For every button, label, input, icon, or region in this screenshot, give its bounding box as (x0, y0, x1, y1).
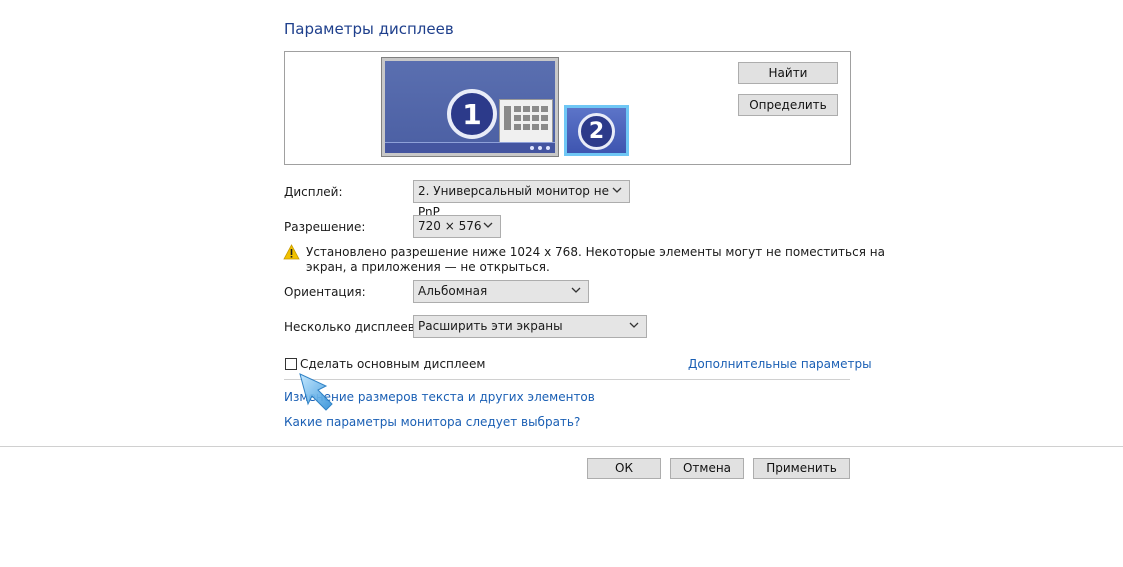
primary-display-checkbox[interactable] (285, 358, 297, 370)
monitor-1[interactable]: 1 (382, 58, 558, 156)
display-label: Дисплей: (284, 185, 343, 199)
warning-line-2: экран, а приложения — не открыться. (306, 260, 550, 274)
chevron-down-icon (483, 222, 493, 228)
ok-button[interactable]: ОК (587, 458, 661, 479)
display-select-value: 2. Универсальный монитор не PnP (418, 184, 609, 219)
chevron-down-icon (629, 322, 639, 328)
cancel-button[interactable]: Отмена (670, 458, 744, 479)
monitor-2-number: 2 (578, 113, 615, 150)
page-title: Параметры дисплеев (284, 20, 454, 38)
find-button[interactable]: Найти (738, 62, 838, 84)
primary-display-label[interactable]: Сделать основным дисплеем (300, 357, 485, 371)
identify-button[interactable]: Определить (738, 94, 838, 116)
monitor-1-taskbar (385, 142, 555, 153)
chevron-down-icon (612, 187, 622, 193)
display-select[interactable]: 2. Универсальный монитор не PnP (413, 180, 630, 219)
footer-divider (0, 446, 1123, 447)
orientation-select-value: Альбомная (418, 284, 488, 298)
advanced-settings-link[interactable]: Дополнительные параметры (688, 357, 872, 371)
multiple-displays-select[interactable]: Расширить эти экраны (413, 315, 647, 338)
monitor-preview: 1 2 Найти Определить (284, 51, 851, 165)
resolution-label: Разрешение: (284, 220, 366, 234)
apply-button[interactable]: Применить (753, 458, 850, 479)
orientation-label: Ориентация: (284, 285, 366, 299)
window-thumbnail-icon (499, 99, 553, 143)
pointer-arrow-icon (299, 373, 333, 411)
warning-icon (283, 244, 300, 260)
monitor-2[interactable]: 2 (564, 105, 629, 156)
chevron-down-icon (571, 287, 581, 293)
monitor-1-number: 1 (447, 89, 497, 139)
multiple-displays-label: Несколько дисплеев: (284, 320, 419, 334)
orientation-select[interactable]: Альбомная (413, 280, 589, 303)
which-settings-link[interactable]: Какие параметры монитора следует выбрать… (284, 415, 580, 429)
warning-line-1: Установлено разрешение ниже 1024 x 768. … (306, 245, 885, 259)
multiple-displays-select-value: Расширить эти экраны (418, 319, 563, 333)
resolution-select-value: 720 × 576 (418, 219, 482, 233)
resolution-select[interactable]: 720 × 576 (413, 215, 501, 238)
divider (284, 379, 850, 380)
